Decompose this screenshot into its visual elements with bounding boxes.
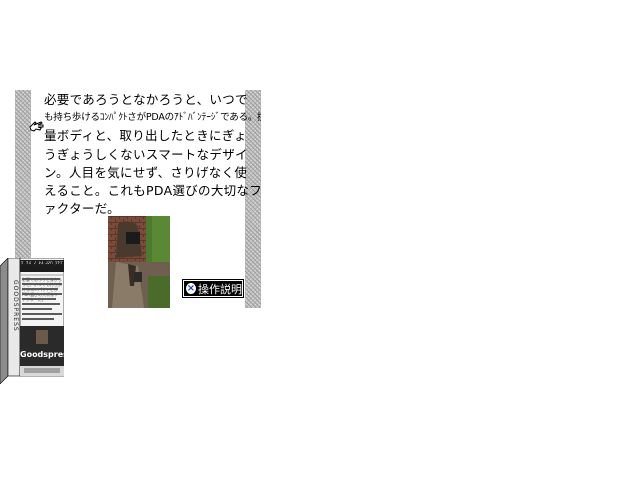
article-text: 必要であろうとなかろうと、いつで も持ち歩けるｺﾝﾊﾟｸﾄさがPDAのｱﾄﾞﾊﾞ… — [44, 91, 261, 218]
instructions-button-label: 操作説明 — [198, 282, 242, 296]
article-line: ン。人目を気にせず、さりげなく使 — [44, 164, 248, 180]
magazine-intro-text: 必要であろうとなかろうと、いつでも持ち歩けるコンパクトさがPDA選びの大切なファ… — [22, 277, 62, 302]
magazine-header-text: ｸﾞｯｽﾞﾌﾟﾚｽ ｺﾝﾊﾟｸﾄﾃﾞﾊﾞｲｽ — [21, 261, 63, 266]
hand-pointer-icon[interactable] — [29, 118, 45, 134]
instructions-button[interactable]: × 操作説明 — [182, 279, 244, 298]
article-line: えること。これもPDA選びの大切なフ — [44, 183, 261, 199]
magazine-brand: Goodspress — [20, 350, 64, 359]
x-circle-icon: × — [186, 283, 196, 294]
article-line: も持ち歩けるｺﾝﾊﾟｸﾄさがPDAのｱﾄﾞﾊﾞﾝﾃｰｼﾞである。携帯が苦にならな… — [44, 112, 261, 124]
magazine-box[interactable]: ｸﾞｯｽﾞﾌﾟﾚｽ ｺﾝﾊﾟｸﾄﾃﾞﾊﾞｲｽ GOODSPRESS 必要であろう… — [0, 257, 65, 385]
article-line: うぎょうしくないスマートなデザイ — [44, 146, 248, 162]
article-line: 必要であろうとなかろうと、いつで — [44, 92, 248, 107]
article-photo — [108, 216, 170, 308]
app-window: 必要であろうとなかろうと、いつで も持ち歩けるｺﾝﾊﾟｸﾄさがPDAのｱﾄﾞﾊﾞ… — [0, 0, 640, 480]
article-line: 量ボディと、取り出したときにぎょ — [44, 128, 247, 144]
magazine-side-title: GOODSPRESS — [12, 280, 19, 332]
